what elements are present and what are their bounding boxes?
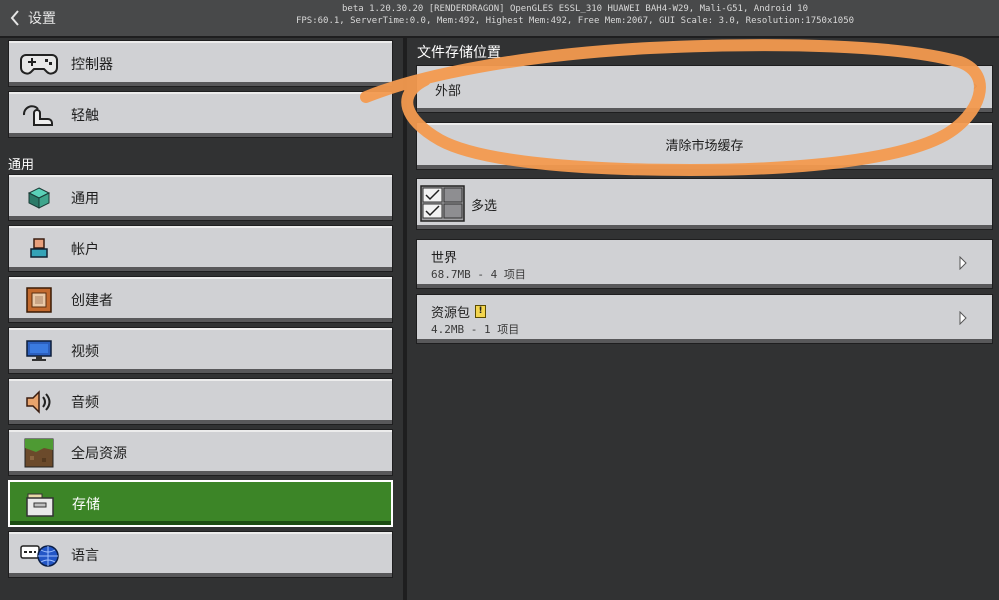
sidebar-item-touch[interactable]: 轻触 — [8, 91, 393, 138]
sidebar-item-label: 帐户 — [71, 241, 99, 258]
sidebar-item-label: 全局资源 — [71, 445, 127, 462]
sidebar-item-label: 音频 — [71, 394, 99, 411]
sidebar-item-general[interactable]: 通用 — [8, 174, 393, 221]
debug-info-line-2: FPS:60.1, ServerTime:0.0, Mem:492, Highe… — [295, 16, 855, 26]
language-icon — [19, 538, 59, 572]
chevron-right-icon — [959, 256, 967, 270]
multiselect-label: 多选 — [471, 199, 498, 214]
sidebar-item-label: 通用 — [71, 190, 99, 207]
chevron-right-icon: › — [972, 79, 978, 94]
creator-icon — [19, 283, 59, 317]
sidebar-item-label: 创建者 — [71, 292, 113, 309]
sidebar-item-label: 存储 — [72, 496, 100, 513]
sidebar-item-label: 语言 — [71, 547, 99, 564]
account-icon — [19, 232, 59, 266]
clear-market-cache-button[interactable]: 清除市场缓存 — [416, 122, 993, 170]
top-bar: 设置 beta 1.20.30.20 [RENDERDRAGON] OpenGL… — [0, 0, 999, 38]
monitor-icon — [19, 334, 59, 368]
sidebar-item-controller[interactable]: 控制器 — [8, 40, 393, 87]
sidebar-item-creator[interactable]: 创建者 — [8, 276, 393, 323]
multiselect-toggle[interactable]: 多选 — [416, 178, 993, 230]
sidebar-item-label: 控制器 — [71, 56, 113, 73]
speaker-icon — [19, 385, 59, 419]
entry-title: 世界 — [431, 251, 458, 266]
clear-market-cache-label: 清除市场缓存 — [665, 138, 744, 154]
file-storage-location-label: 文件存储位置 — [417, 45, 501, 61]
touch-icon — [19, 98, 59, 132]
debug-info-line-1: beta 1.20.30.20 [RENDERDRAGON] OpenGLES … — [342, 4, 808, 14]
storage-location-dropdown[interactable]: 外部 › — [416, 65, 993, 113]
back-button[interactable]: 设置 — [8, 7, 56, 29]
cube-icon — [19, 181, 59, 215]
sidebar-item-video[interactable]: 视频 — [8, 327, 393, 374]
section-header-general: 通用 — [8, 158, 35, 173]
entry-title: 资源包 — [431, 306, 471, 321]
storage-settings-panel: 文件存储位置 外部 › 清除市场缓存 多选 世界 68.7MB - 4 项目 资… — [407, 38, 999, 600]
chevron-left-icon — [10, 10, 19, 26]
grass-block-icon — [19, 436, 59, 470]
sidebar-item-audio[interactable]: 音频 — [8, 378, 393, 425]
storage-entry-resource-packs[interactable]: 资源包! 4.2MB - 1 项目 — [416, 294, 993, 344]
warning-icon: ! — [475, 305, 487, 318]
sidebar-item-global-resources[interactable]: 全局资源 — [8, 429, 393, 476]
controller-icon — [19, 47, 59, 81]
sidebar-item-label: 视频 — [71, 343, 99, 360]
storage-icon — [20, 487, 60, 521]
sidebar-item-label: 轻触 — [71, 107, 99, 124]
sidebar-item-storage[interactable]: 存储 — [8, 480, 393, 527]
chevron-right-icon — [959, 311, 967, 325]
settings-sidebar: 控制器 轻触 通用 通用 帐户 创建者 视频 音频 全局资源 存储 语言 — [0, 38, 403, 600]
storage-location-value: 外部 — [435, 84, 462, 99]
entry-size: 4.2MB - 1 项目 — [431, 323, 520, 336]
sidebar-item-account[interactable]: 帐户 — [8, 225, 393, 272]
back-label: 设置 — [28, 11, 56, 27]
entry-size: 68.7MB - 4 项目 — [431, 268, 526, 281]
sidebar-item-language[interactable]: 语言 — [8, 531, 393, 578]
storage-entry-worlds[interactable]: 世界 68.7MB - 4 项目 — [416, 239, 993, 289]
multiselect-checkbox-icon — [420, 185, 465, 222]
